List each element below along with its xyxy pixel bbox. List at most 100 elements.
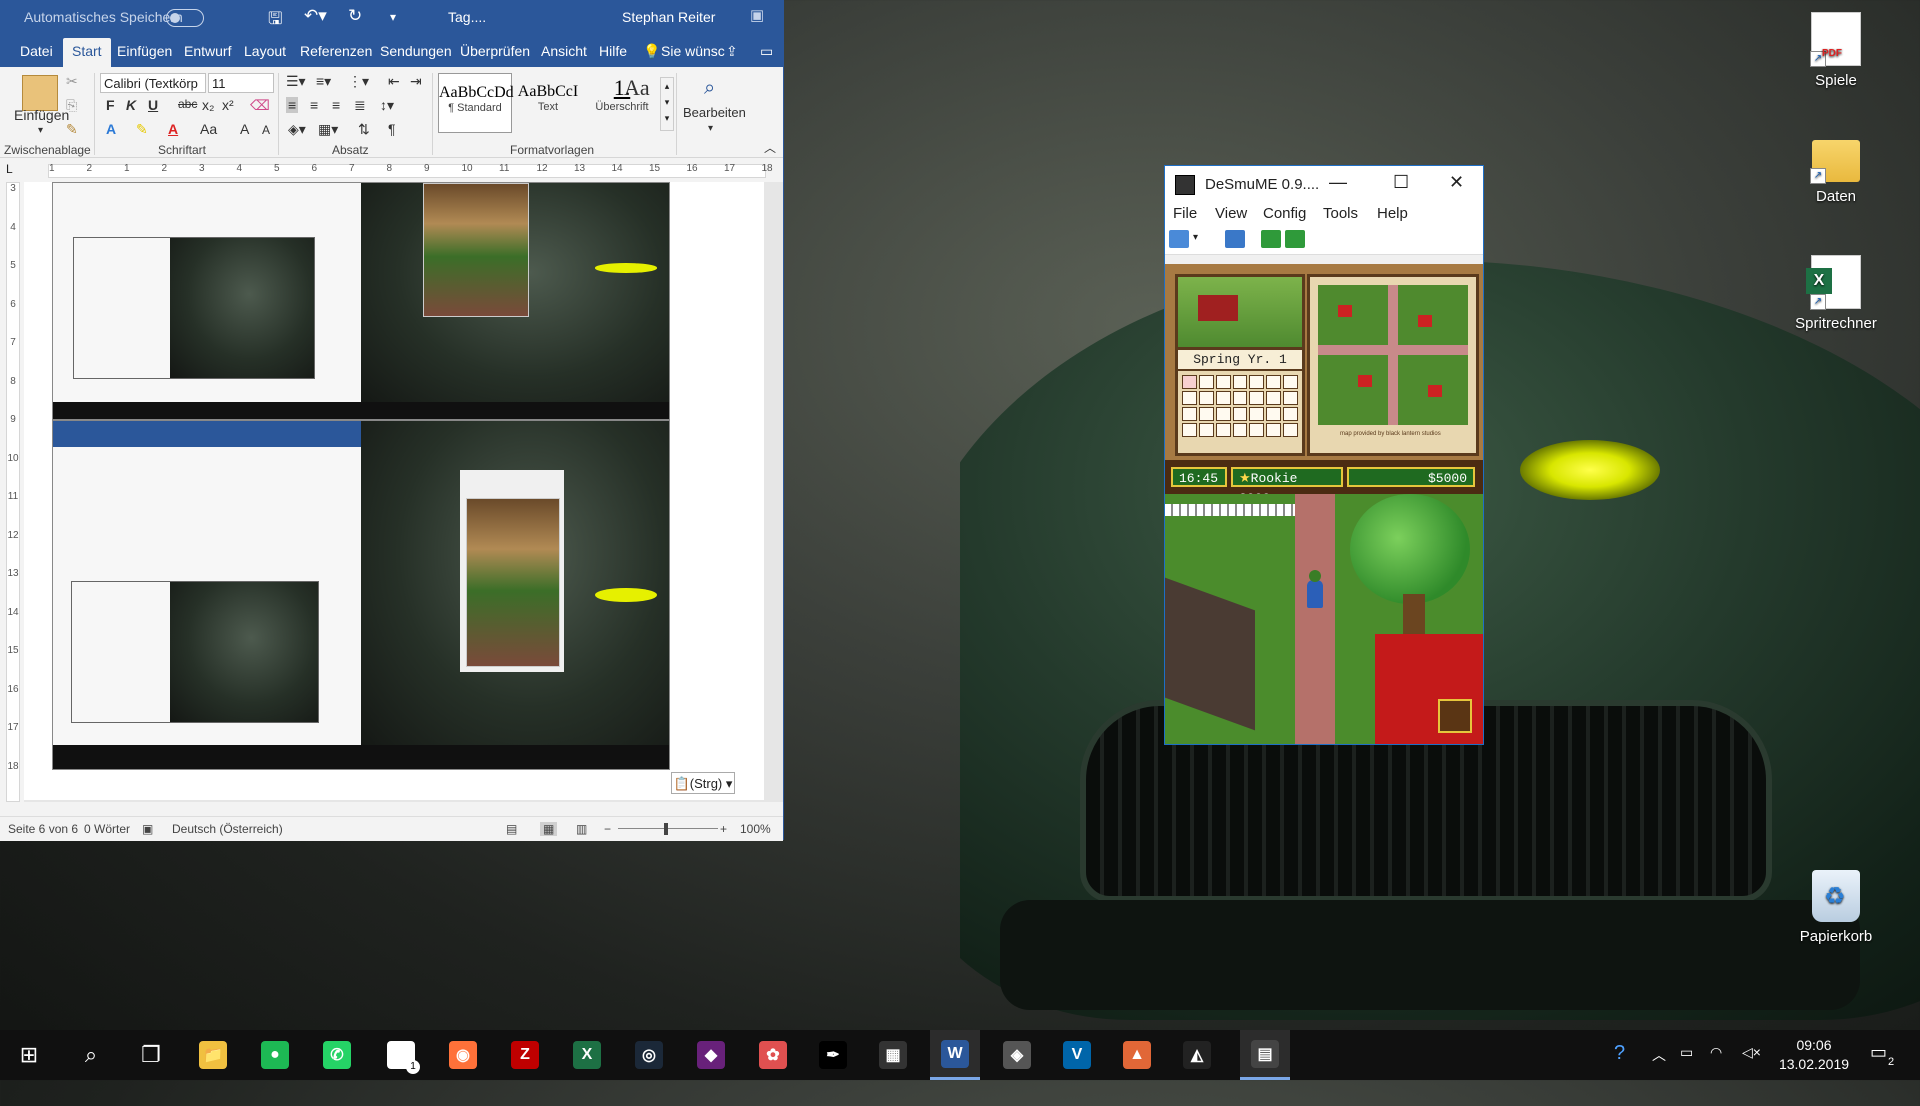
undo-icon[interactable]: ↶▾ (304, 6, 327, 26)
minimize-icon[interactable]: — (1329, 172, 1347, 193)
multilevel-list-icon[interactable]: ⋮▾ (348, 73, 369, 90)
show-formatting-icon[interactable]: ¶ (388, 121, 396, 137)
desktop-icon-papierkorb[interactable]: Papierkorb (1791, 870, 1881, 945)
shading-icon[interactable]: ◈▾ (288, 121, 306, 138)
increase-indent-icon[interactable]: ⇥ (410, 73, 422, 90)
page-count[interactable]: Seite 6 von 6 (8, 822, 78, 836)
rotate-left-icon[interactable] (1261, 230, 1281, 248)
paste-options-button[interactable]: 📋(Strg) ▾ (671, 772, 735, 794)
taskbar-start-button[interactable]: ⊞ (4, 1030, 54, 1080)
language-indicator[interactable]: Deutsch (Österreich) (172, 822, 283, 836)
taskbar-filezilla[interactable]: Z (500, 1030, 550, 1080)
text-effects-icon[interactable]: A (106, 121, 116, 137)
menu-file[interactable]: File (1173, 205, 1197, 222)
desmume-app-icon[interactable] (1175, 175, 1195, 195)
taskbar-search-button[interactable]: ⌕ (66, 1030, 116, 1080)
user-name[interactable]: Stephan Reiter (622, 9, 715, 25)
taskbar-paint-app[interactable]: ✿ (748, 1030, 798, 1080)
decrease-indent-icon[interactable]: ⇤ (388, 73, 400, 90)
paste-icon[interactable] (22, 75, 58, 111)
tool-slot-icon[interactable] (1438, 699, 1472, 733)
menu-view[interactable]: View (1215, 205, 1247, 222)
paste-dropdown-icon[interactable]: ▾ (38, 125, 43, 136)
share-icon[interactable]: ⇪ (726, 43, 738, 60)
tab-hilfe[interactable]: Hilfe (599, 43, 627, 59)
taskbar-task-view-button[interactable]: ❐ (126, 1030, 176, 1080)
tab-start[interactable]: Start (63, 38, 111, 67)
tab-layout[interactable]: Layout (244, 43, 286, 59)
taskbar-calculator[interactable]: ▦ (868, 1030, 918, 1080)
edit-button[interactable]: Bearbeiten (683, 105, 746, 120)
menu-help[interactable]: Help (1377, 205, 1408, 222)
zoom-slider-thumb[interactable] (664, 823, 668, 835)
help-tray-icon[interactable]: ? (1614, 1042, 1625, 1092)
taskbar-desmume[interactable]: ▤ (1240, 1030, 1290, 1080)
horizontal-ruler[interactable]: L 1 2 1 2 3 4 5 6 7 8 9 10 11 12 13 14 15 16 17 18 (0, 158, 783, 182)
paste-button[interactable]: Einfügen (14, 107, 69, 123)
document-page[interactable]: 📋(Strg) ▾ (24, 182, 764, 800)
embedded-screenshot-2[interactable] (52, 420, 670, 770)
action-center-icon[interactable]: ▭ (1870, 1042, 1887, 1092)
style-heading-sample[interactable]: Aa (624, 75, 650, 101)
copy-icon[interactable]: ⎘ (66, 97, 77, 114)
taskbar-unity[interactable]: ◭ (1172, 1030, 1222, 1080)
zoom-slider[interactable] (618, 828, 718, 829)
ribbon-display-icon[interactable]: ▣ (750, 6, 764, 24)
wifi-icon[interactable]: ◠ (1710, 1044, 1722, 1094)
bold-button[interactable]: F (106, 97, 115, 113)
styles-gallery-scroll[interactable]: ▴ ▾ ▾ (660, 77, 674, 131)
taskbar-inkscape[interactable]: ✒ (808, 1030, 858, 1080)
zoom-out-button[interactable]: − (604, 822, 611, 836)
tab-entwurf[interactable]: Entwurf (184, 43, 231, 59)
taskbar-unity-hub[interactable]: ◈ (992, 1030, 1042, 1080)
edit-dropdown-icon[interactable]: ▾ (708, 123, 713, 134)
read-mode-icon[interactable]: ▤ (506, 822, 517, 836)
tell-me-search[interactable]: Sie wünsc (661, 43, 725, 59)
subscript-button[interactable]: x₂ (202, 97, 214, 113)
justify-icon[interactable]: ≣ (354, 97, 366, 114)
zoom-in-button[interactable]: + (720, 822, 727, 836)
lightbulb-icon[interactable]: 💡 (643, 43, 660, 60)
numbering-icon[interactable]: ≡▾ (316, 73, 331, 90)
desktop-icon-spiele[interactable]: ↗ Spiele (1791, 12, 1881, 89)
font-name-combo[interactable]: Calibri (Textkörp (100, 73, 206, 93)
pause-icon[interactable] (1225, 230, 1245, 248)
autosave-toggle[interactable] (166, 9, 204, 27)
desktop-icon-daten[interactable]: ↗ Daten (1791, 130, 1881, 205)
vertical-ruler[interactable]: 3 4 5 6 7 8 9 10 11 12 13 14 15 16 17 18 (0, 182, 24, 802)
volume-muted-icon[interactable]: ◁× (1742, 1044, 1761, 1094)
change-case-button[interactable]: Aa (200, 121, 217, 137)
show-hidden-icons[interactable]: ︿ (1652, 1045, 1666, 1095)
italic-button[interactable]: K (126, 97, 136, 113)
web-layout-icon[interactable]: ▥ (576, 822, 587, 836)
zoom-level[interactable]: 100% (740, 822, 771, 836)
proofing-icon[interactable]: ▣ (142, 822, 153, 836)
maximize-icon[interactable]: ☐ (1393, 172, 1409, 193)
taskbar-matlab[interactable]: ▲ (1112, 1030, 1162, 1080)
embedded-screenshot-1[interactable] (52, 182, 670, 420)
sort-icon[interactable]: ⇅ (358, 121, 370, 138)
menu-tools[interactable]: Tools (1323, 205, 1358, 222)
tab-einfuegen[interactable]: Einfügen (117, 43, 172, 59)
clear-formatting-icon[interactable]: ⌫ (250, 97, 270, 114)
comments-icon[interactable]: ▭ (760, 43, 773, 60)
desktop-icon-spritrechner[interactable]: ↗ Spritrechner (1791, 255, 1881, 332)
tab-sendungen[interactable]: Sendungen (380, 43, 452, 59)
tab-datei[interactable]: Datei (20, 43, 53, 59)
font-size-combo[interactable]: 11 (208, 73, 274, 93)
bullets-icon[interactable]: ☰▾ (286, 73, 306, 90)
open-rom-icon[interactable] (1169, 230, 1189, 248)
qat-customize-icon[interactable]: ▾ (390, 10, 396, 24)
document-area[interactable]: 📋(Strg) ▾ (24, 182, 783, 802)
taskbar-spotify[interactable]: ● (250, 1030, 300, 1080)
tab-ueberpruefen[interactable]: Überprüfen (460, 43, 530, 59)
align-center-icon[interactable]: ≡ (310, 97, 318, 113)
collapse-ribbon-icon[interactable]: ︿ (764, 139, 776, 156)
tab-selector-icon[interactable]: L (6, 162, 13, 176)
font-color-icon[interactable]: A (168, 121, 178, 137)
strikethrough-button[interactable]: abc (178, 97, 197, 111)
menu-config[interactable]: Config (1263, 205, 1306, 222)
taskbar-excel[interactable]: X (562, 1030, 612, 1080)
cut-icon[interactable]: ✂ (66, 73, 78, 90)
taskbar-steam[interactable]: ◎ (624, 1030, 674, 1080)
